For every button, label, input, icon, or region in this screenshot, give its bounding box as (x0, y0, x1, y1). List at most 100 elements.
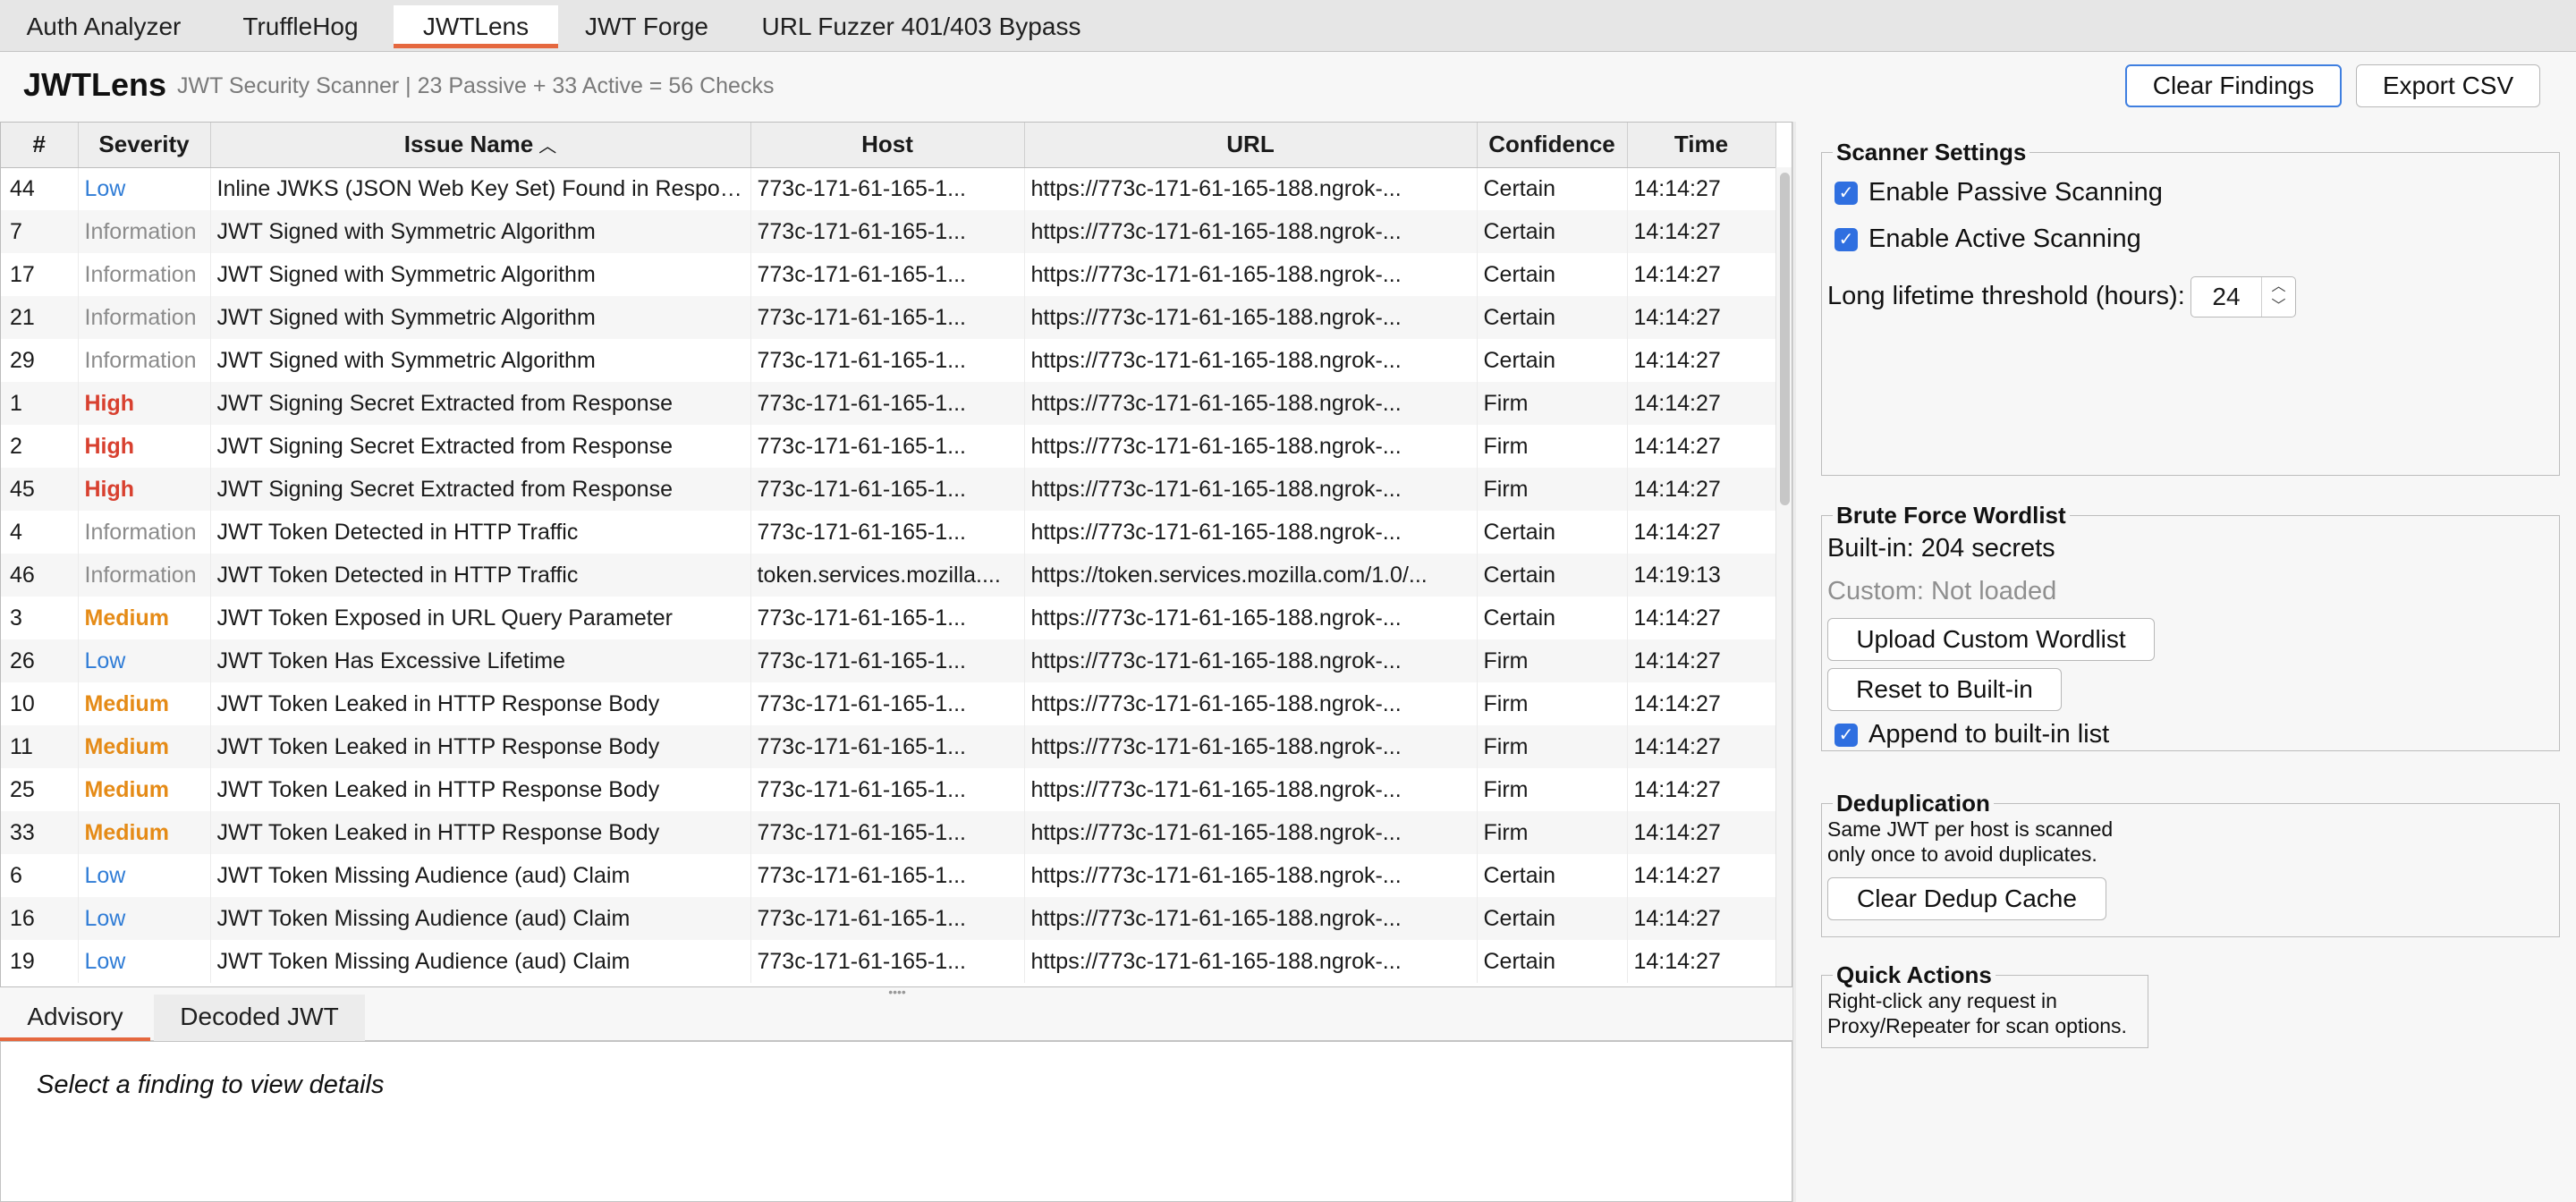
cell-severity: Medium (78, 811, 211, 854)
cell-issue-name: JWT Token Has Excessive Lifetime (210, 639, 751, 682)
lifetime-threshold-label: Long lifetime threshold (hours): (1827, 282, 2185, 310)
cell-severity: Information (78, 554, 211, 597)
cell-url: https://773c-171-61-165-188.ngrok-... (1024, 897, 1478, 940)
tab-auth-analyzer[interactable]: Auth Analyzer (5, 5, 202, 48)
cell-time: 14:14:27 (1627, 682, 1776, 725)
cell-confidence: Certain (1477, 167, 1628, 210)
checkmark-icon: ✓ (1835, 181, 1858, 205)
table-scrollbar[interactable] (1775, 167, 1792, 986)
enable-passive-scanning-checkbox[interactable]: ✓ Enable Passive Scanning (1835, 178, 2163, 207)
table-row[interactable]: 10 Medium JWT Token Leaked in HTTP Respons… (1, 682, 1776, 725)
spinner-arrows: ︿ ﹀ (2261, 277, 2295, 317)
cell-severity: Low (78, 167, 211, 210)
table-row[interactable]: 21 Information JWT Signed with Symmetric A… (1, 296, 1776, 339)
lifetime-threshold-value[interactable]: 24 (2191, 277, 2261, 317)
cell-id: 25 (1, 768, 79, 811)
cell-issue-name: JWT Token Detected in HTTP Traffic (210, 554, 751, 597)
table-row[interactable]: 25 Medium JWT Token Leaked in HTTP Respons… (1, 768, 1776, 811)
quick-actions-line1: Right-click any request in (1827, 989, 2057, 1012)
cell-confidence: Firm (1477, 768, 1628, 811)
table-row[interactable]: 26 Low JWT Token Has Excessive Lifetime 773… (1, 639, 1776, 682)
cell-confidence: Firm (1477, 425, 1628, 468)
cell-host: 773c-171-61-165-1... (750, 811, 1025, 854)
cell-host: 773c-171-61-165-1... (750, 468, 1025, 511)
cell-severity: Low (78, 940, 211, 983)
cell-severity: Information (78, 296, 211, 339)
table-row[interactable]: 1 High JWT Signing Secret Extracted from R… (1, 382, 1776, 425)
cell-host: 773c-171-61-165-1... (750, 382, 1025, 425)
deduplication-group: Deduplication Same JWT per host is scann… (1821, 790, 2560, 937)
column-header-host[interactable]: Host (750, 123, 1025, 168)
column-header-url[interactable]: URL (1024, 123, 1478, 168)
table-row[interactable]: 3 Medium JWT Token Exposed in URL Query Pa… (1, 597, 1776, 639)
upload-custom-wordlist-button[interactable]: Upload Custom Wordlist (1827, 618, 2155, 661)
cell-severity: Medium (78, 597, 211, 639)
cell-severity: Medium (78, 768, 211, 811)
tab-jwtlens[interactable]: JWTLens (394, 5, 558, 48)
cell-url: https://773c-171-61-165-188.ngrok-... (1024, 639, 1478, 682)
tab-decoded-jwt[interactable]: Decoded JWT (154, 995, 365, 1041)
table-row[interactable]: 44 Low Inline JWKS (JSON Web Key Set) Foun… (1, 167, 1776, 210)
extension-header: JWTLens JWT Security Scanner | 23 Passiv… (0, 52, 2576, 122)
cell-confidence: Certain (1477, 554, 1628, 597)
export-csv-button[interactable]: Export CSV (2356, 64, 2540, 107)
cell-confidence: Certain (1477, 511, 1628, 554)
cell-id: 46 (1, 554, 79, 597)
column-header-issue-name[interactable]: Issue Name ︿ (210, 123, 751, 168)
table-row[interactable]: 17 Information JWT Signed with Symmetric A… (1, 253, 1776, 296)
column-header-id[interactable]: # (1, 123, 79, 168)
cell-id: 45 (1, 468, 79, 511)
reset-to-builtin-button[interactable]: Reset to Built-in (1827, 668, 2062, 711)
cell-host: 773c-171-61-165-1... (750, 253, 1025, 296)
tab-jwt-forge[interactable]: JWT Forge (564, 5, 730, 48)
table-row[interactable]: 16 Low JWT Token Missing Audience (aud) Cl… (1, 897, 1776, 940)
chevron-up-icon[interactable]: ︿ (2262, 277, 2295, 297)
append-to-builtin-label: Append to built-in list (1868, 720, 2110, 749)
cell-id: 1 (1, 382, 79, 425)
cell-confidence: Certain (1477, 253, 1628, 296)
cell-issue-name: JWT Token Detected in HTTP Traffic (210, 511, 751, 554)
table-row[interactable]: 7 Information JWT Signed with Symmetric Al… (1, 210, 1776, 253)
cell-id: 3 (1, 597, 79, 639)
table-row[interactable]: 33 Medium JWT Token Leaked in HTTP Respons… (1, 811, 1776, 854)
table-row[interactable]: 29 Information JWT Signed with Symmetric A… (1, 339, 1776, 382)
column-header-time[interactable]: Time (1627, 123, 1776, 168)
tab-trufflehog[interactable]: TruffleHog (211, 5, 390, 48)
checkmark-icon: ✓ (1835, 227, 1858, 251)
cell-time: 14:14:27 (1627, 296, 1776, 339)
cell-id: 7 (1, 210, 79, 253)
table-row[interactable]: 6 Low JWT Token Missing Audience (aud) Cla… (1, 854, 1776, 897)
sort-ascending-icon: ︿ (538, 137, 557, 157)
tab-advisory[interactable]: Advisory (0, 995, 150, 1041)
cell-confidence: Firm (1477, 725, 1628, 768)
cell-url: https://773c-171-61-165-188.ngrok-... (1024, 511, 1478, 554)
column-header-confidence[interactable]: Confidence (1477, 123, 1628, 168)
table-scrollbar-thumb[interactable] (1780, 173, 1790, 505)
cell-time: 14:14:27 (1627, 597, 1776, 639)
lifetime-threshold-spinner[interactable]: 24 ︿ ﹀ (2190, 276, 2296, 317)
cell-time: 14:14:27 (1627, 811, 1776, 854)
dedup-description-line1: Same JWT per host is scanned (1827, 817, 2114, 841)
chevron-down-icon[interactable]: ﹀ (2262, 297, 2295, 317)
cell-id: 26 (1, 639, 79, 682)
cell-confidence: Certain (1477, 597, 1628, 639)
cell-id: 21 (1, 296, 79, 339)
cell-id: 11 (1, 725, 79, 768)
table-row[interactable]: 4 Information JWT Token Detected in HTTP T… (1, 511, 1776, 554)
column-header-severity[interactable]: Severity (78, 123, 211, 168)
cell-time: 14:14:27 (1627, 639, 1776, 682)
table-row[interactable]: 11 Medium JWT Token Leaked in HTTP Respons… (1, 725, 1776, 768)
clear-dedup-cache-button[interactable]: Clear Dedup Cache (1827, 877, 2106, 920)
dedup-description-line2: only once to avoid duplicates. (1827, 842, 2097, 866)
cell-issue-name: JWT Token Missing Audience (aud) Claim (210, 897, 751, 940)
enable-active-scanning-checkbox[interactable]: ✓ Enable Active Scanning (1835, 224, 2141, 254)
clear-findings-button[interactable]: Clear Findings (2125, 64, 2342, 107)
table-row[interactable]: 2 High JWT Signing Secret Extracted from R… (1, 425, 1776, 468)
append-to-builtin-checkbox[interactable]: ✓ Append to built-in list (1835, 720, 2109, 749)
tab-url-fuzzer[interactable]: URL Fuzzer 401/403 Bypass (741, 5, 1102, 48)
table-row[interactable]: 45 High JWT Signing Secret Extracted from … (1, 468, 1776, 511)
cell-id: 17 (1, 253, 79, 296)
page-title: JWTLens (23, 66, 167, 103)
table-row[interactable]: 46 Information JWT Token Detected in HTTP … (1, 554, 1776, 597)
table-row[interactable]: 19 Low JWT Token Missing Audience (aud) Cl… (1, 940, 1776, 983)
